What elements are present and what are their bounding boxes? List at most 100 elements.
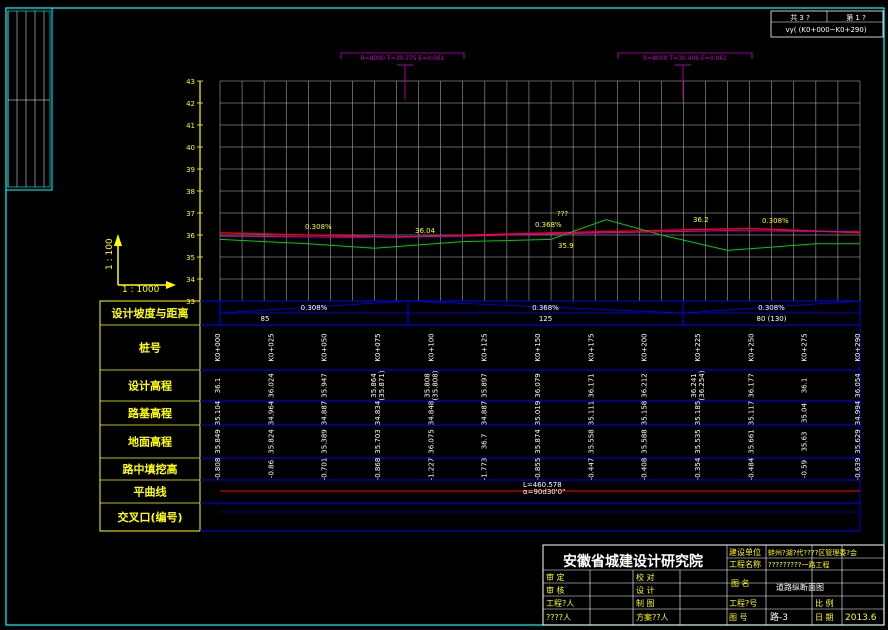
ground-elevation: 35.824 [267,429,275,454]
subgrade-elevation: 34.994 [854,400,862,425]
scale-label: 比 例 [815,598,834,608]
profile-annotation: 0.308% [762,217,789,225]
cut-fill-height: -0.639 [854,458,862,481]
scale-indicator: 1 : 100 1 : 1000 [105,234,176,295]
side-tab [7,10,51,188]
cut-fill-height: -1.773 [481,458,489,481]
profile-annotation: 0.308% [305,223,332,231]
station-label: K0+175 [587,333,595,361]
design-elevation: 35.808 [423,373,431,398]
design-elevation: 36.212 [641,373,649,398]
row-label: 路中填挖高 [123,462,178,476]
date-value: 2013.6 [845,613,877,623]
ground-elevation: 36.075 [427,429,435,454]
grade-value: 0.308% [301,304,328,312]
station-label: K0+275 [801,333,809,361]
design-elevation: 36.171 [587,373,595,398]
cut-fill-height: -1.227 [427,458,435,481]
design-elevation: (36.254) [698,370,706,400]
vertical-curve-label: R=8000 T=30.406 E=0.061 [643,55,727,62]
y-tick-label: 33 [186,298,195,306]
cut-fill-height: -0.855 [534,458,542,481]
row-label: 地面高程 [128,435,172,449]
row-label: 路基高程 [128,406,172,420]
row-label: 交叉口(编号) [117,510,182,524]
grade-length: 85 [261,315,270,323]
subgrade-elevation: 35.158 [641,401,649,426]
subgrade-elevation: 35.185 [694,401,702,426]
grade-value: 0.308% [758,304,785,312]
subgrade-elevation: 35.111 [587,401,595,426]
drawing-name-label: 图 名 [731,578,750,588]
subgrade-elevation: 34.848 [427,401,435,426]
row-label: 设计坡度与距离 [112,306,189,320]
cut-fill-height: -0.868 [374,458,382,481]
row-label: 桩号 [139,341,161,355]
cut-fill-height: -0.86 [267,459,275,478]
subgrade-elevation: 35.04 [801,402,809,423]
scale-vertical: 1 : 100 [105,238,115,270]
project-no-label: 工程?号 [729,599,757,608]
ground-elevation: 35.874 [534,429,542,454]
profile-annotation: 35.9 [558,242,574,250]
cut-fill-height: -0.484 [747,457,755,480]
vertical-curve-label: R=8000 T=30.375 E=0.061 [361,55,445,62]
ground-elevation: 35.389 [321,429,329,454]
design-elevation: 36.054 [854,373,862,398]
design-elevation: 36.024 [267,373,275,398]
ground-elevation: 35.535 [694,429,702,454]
subgrade-elevation: 34.834 [374,400,382,425]
station-label: K0+050 [321,333,329,361]
y-tick-label: 34 [186,276,195,284]
y-tick-label: 41 [186,122,195,130]
grade-length: 125 [539,315,552,323]
station-label: K0+150 [534,333,542,361]
ground-elevation: 35.629 [854,429,862,454]
profile-series-line [219,230,861,238]
annotations: 0.308% 36.04 0.368%??? 35.9 36.2 0.308% R=8000… [305,52,789,250]
cad-drawing: 共 3 ? 第 1 ? vy( (K0+000~K0+290) 43 42 41 40… [5,7,885,626]
project-label: 工程名称 [729,559,761,569]
y-tick-label: 36 [186,232,195,240]
cut-fill-height: -0.354 [694,457,702,480]
sheet-page: 第 1 ? [846,13,866,22]
ground-elevation: 35.849 [214,429,222,454]
institute-name: 安徽省城建设计研究院 [563,553,703,570]
row-label: 设计高程 [128,379,172,393]
cut-fill-height: -0.447 [587,458,595,481]
row-label: 平曲线 [134,485,167,499]
data-table: 设计坡度与距离桩号设计高程路基高程地面高程路中填挖高平曲线交叉口(编号) 0.30… [99,300,862,532]
design-elevation: 35.897 [481,373,489,398]
ground-elevation: 36.7 [481,434,489,450]
grade-length: 80 (130) [757,315,787,323]
design-elevation: 36.1 [214,378,222,394]
subgrade-elevation: 34.887 [321,401,329,426]
station-label: K0+025 [267,333,275,361]
subgrade-elevation: 35.117 [747,401,755,426]
drawing-no-label: 图 号 [729,613,748,622]
checker-label: 校 对 [636,572,655,582]
y-tick-label: 38 [186,188,195,196]
cut-fill-height: -0.59 [801,460,809,478]
station-label: K0+075 [374,333,382,361]
subgrade-elevation: 34.964 [267,400,275,425]
profile-grid [219,80,861,302]
cut-fill-height: -0.808 [214,458,222,481]
date-label: 日 期 [815,613,834,622]
ground-elevation: 35.558 [587,429,595,454]
sheet-range: vy( (K0+000~K0+290) [785,26,866,34]
design-elevation: 35.864 [370,373,378,398]
station-label: K0+225 [694,333,702,361]
profile-annotation: 0.368% [535,221,562,229]
station-label: K0+290 [854,333,862,361]
project-value: ?????????一路工程 [768,560,829,569]
design-elevation: (35.808) [431,370,439,400]
station-label: K0+000 [214,333,222,361]
design-elevation: 36.1 [801,378,809,394]
owner-label: 建设单位 [729,547,761,557]
engineer-label: 工程?人 [546,599,574,608]
design-elevation: (35.871) [378,370,386,400]
profile-annotation: 36.2 [693,216,709,224]
designer-label: 设 计 [636,585,655,595]
reviewer-label: 审 核 [546,585,565,595]
